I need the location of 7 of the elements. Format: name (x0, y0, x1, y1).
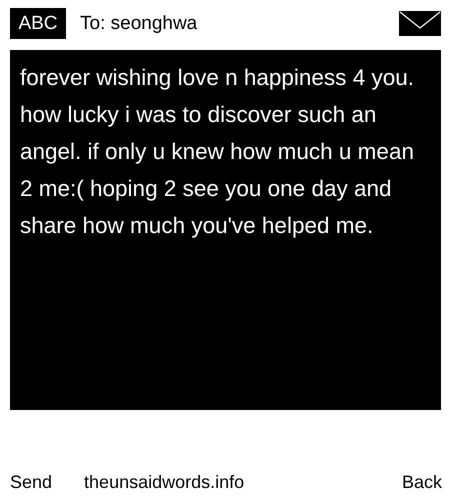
back-softkey[interactable]: Back (402, 472, 442, 493)
recipient-label: To: seonghwa (80, 12, 198, 34)
website-label: theunsaidwords.info (84, 472, 246, 493)
input-mode-indicator: ABC (10, 8, 66, 39)
envelope-icon (399, 11, 441, 36)
message-text[interactable]: forever wishing love n happiness 4 you. how lucky i was to discover such an angel. if only u knew how much u mean 2 me:( hoping 2 see you one day and share how much you've helped me. (10, 50, 441, 410)
send-softkey[interactable]: Send (10, 472, 52, 493)
